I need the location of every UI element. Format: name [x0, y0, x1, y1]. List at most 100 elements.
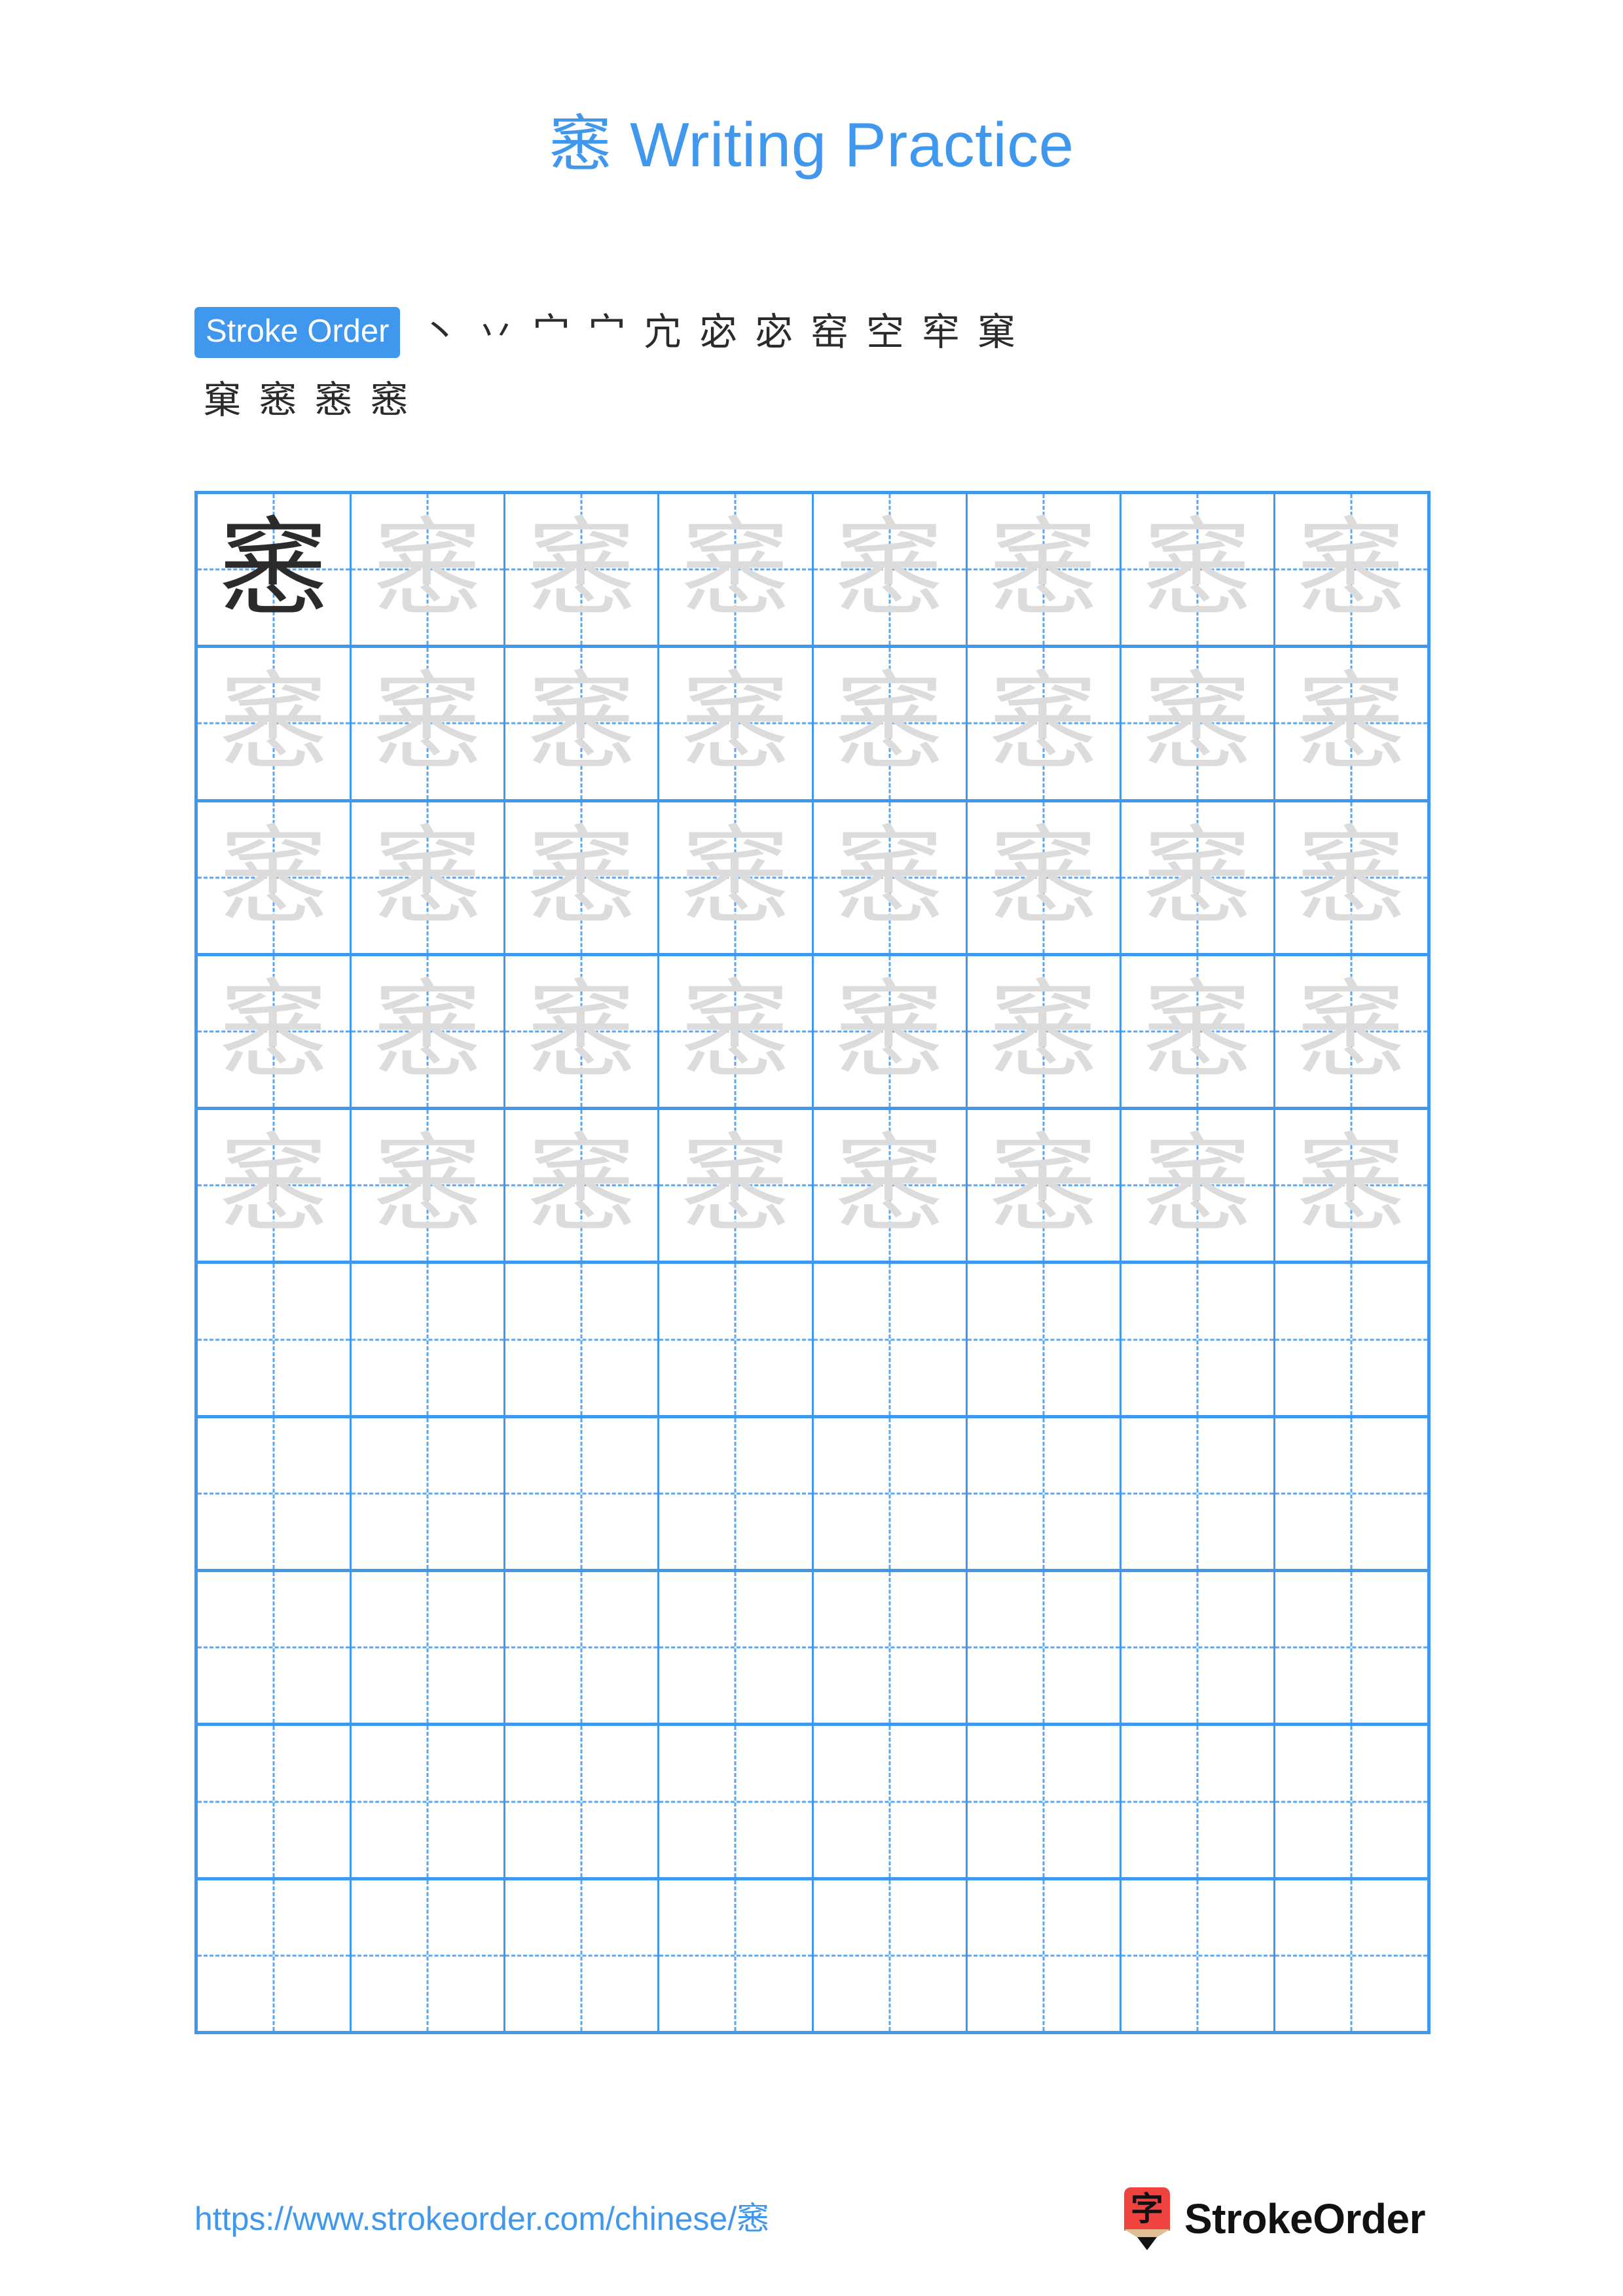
blank-practice-cell[interactable]: 窸 — [198, 1572, 352, 1723]
blank-practice-cell[interactable]: 窸 — [968, 1572, 1122, 1723]
blank-practice-cell[interactable]: 窸 — [1122, 1572, 1275, 1723]
blank-practice-cell[interactable]: 窸 — [505, 1418, 660, 1570]
trace-character-cell[interactable]: 窸 — [814, 1110, 968, 1261]
trace-character-cell[interactable]: 窸 — [352, 802, 506, 953]
page-title: 窸 Writing Practice — [0, 109, 1623, 181]
trace-character-cell[interactable]: 窸 — [968, 802, 1122, 953]
blank-practice-cell[interactable]: 窸 — [352, 1726, 506, 1877]
practice-character: 窸 — [1142, 1121, 1252, 1250]
trace-character-cell[interactable]: 窸 — [968, 494, 1122, 645]
footer-url[interactable]: https://www.strokeorder.com/chinese/窸 — [194, 2200, 769, 2237]
trace-character-cell[interactable]: 窸 — [814, 494, 968, 645]
blank-practice-cell[interactable]: 窸 — [659, 1880, 814, 2031]
stroke-step-6: 宓 — [690, 312, 746, 352]
trace-character-cell[interactable]: 窸 — [1275, 648, 1431, 799]
blank-practice-cell[interactable]: 窸 — [1122, 1726, 1275, 1877]
practice-character: 窸 — [1296, 659, 1406, 788]
trace-character-cell[interactable]: 窸 — [198, 648, 352, 799]
trace-character-cell[interactable]: 窸 — [505, 956, 660, 1107]
blank-practice-cell[interactable]: 窸 — [968, 1418, 1122, 1570]
blank-practice-cell[interactable]: 窸 — [659, 1418, 814, 1570]
trace-character-cell[interactable]: 窸 — [352, 648, 506, 799]
trace-character-cell[interactable]: 窸 — [1275, 494, 1431, 645]
blank-practice-cell[interactable]: 窸 — [814, 1726, 968, 1877]
blank-practice-cell[interactable]: 窸 — [1275, 1572, 1431, 1723]
blank-practice-cell[interactable]: 窸 — [1275, 1418, 1431, 1570]
trace-character-cell[interactable]: 窸 — [659, 802, 814, 953]
trace-character-cell[interactable]: 窸 — [1122, 648, 1275, 799]
trace-character-cell[interactable]: 窸 — [505, 802, 660, 953]
blank-practice-cell[interactable]: 窸 — [352, 1418, 506, 1570]
trace-character-cell[interactable]: 窸 — [968, 648, 1122, 799]
trace-character-cell[interactable]: 窸 — [505, 1110, 660, 1261]
trace-character-cell[interactable]: 窸 — [1275, 956, 1431, 1107]
trace-character-cell[interactable]: 窸 — [198, 956, 352, 1107]
blank-practice-cell[interactable]: 窸 — [968, 1880, 1122, 2031]
footer: https://www.strokeorder.com/chinese/窸 字 … — [194, 2179, 1432, 2258]
trace-character-cell[interactable]: 窸 — [352, 1110, 506, 1261]
blank-practice-cell[interactable]: 窸 — [814, 1264, 968, 1415]
trace-character-cell[interactable]: 窸 — [1275, 1110, 1431, 1261]
blank-practice-cell[interactable]: 窸 — [505, 1264, 660, 1415]
trace-character-cell[interactable]: 窸 — [814, 802, 968, 953]
practice-grid-row: 窸窸窸窸窸窸窸窸 — [198, 1418, 1431, 1573]
blank-practice-cell[interactable]: 窸 — [814, 1572, 968, 1723]
blank-practice-cell[interactable]: 窸 — [968, 1726, 1122, 1877]
blank-practice-cell[interactable]: 窸 — [198, 1880, 352, 2031]
practice-character: 窸 — [834, 813, 945, 942]
practice-character: 窸 — [526, 505, 637, 634]
blank-practice-cell[interactable]: 窸 — [505, 1572, 660, 1723]
blank-practice-cell[interactable]: 窸 — [505, 1880, 660, 2031]
blank-practice-cell[interactable]: 窸 — [198, 1418, 352, 1570]
blank-practice-cell[interactable]: 窸 — [1122, 1418, 1275, 1570]
practice-grid-row: 窸窸窸窸窸窸窸窸 — [198, 802, 1431, 956]
trace-character-cell[interactable]: 窸 — [505, 648, 660, 799]
blank-practice-cell[interactable]: 窸 — [814, 1418, 968, 1570]
blank-practice-cell[interactable]: 窸 — [352, 1572, 506, 1723]
blank-practice-cell[interactable]: 窸 — [505, 1726, 660, 1877]
blank-practice-cell[interactable]: 窸 — [1275, 1726, 1431, 1877]
blank-practice-cell[interactable]: 窸 — [814, 1880, 968, 2031]
trace-character-cell[interactable]: 窸 — [505, 494, 660, 645]
stroke-step-11: 窠 — [968, 312, 1024, 352]
trace-character-cell[interactable]: 窸 — [1122, 494, 1275, 645]
blank-practice-cell[interactable]: 窸 — [1122, 1264, 1275, 1415]
trace-character-cell[interactable]: 窸 — [659, 648, 814, 799]
blank-practice-cell[interactable]: 窸 — [968, 1264, 1122, 1415]
blank-practice-cell[interactable]: 窸 — [352, 1264, 506, 1415]
practice-character: 窸 — [834, 505, 945, 634]
trace-character-cell[interactable]: 窸 — [198, 1110, 352, 1261]
trace-character-cell[interactable]: 窸 — [1275, 802, 1431, 953]
blank-practice-cell[interactable]: 窸 — [659, 1572, 814, 1723]
trace-character-cell[interactable]: 窸 — [1122, 956, 1275, 1107]
blank-practice-cell[interactable]: 窸 — [198, 1726, 352, 1877]
blank-practice-cell[interactable]: 窸 — [352, 1880, 506, 2031]
practice-character: 窸 — [526, 659, 637, 788]
practice-character: 窸 — [1296, 967, 1406, 1096]
trace-character-cell[interactable]: 窸 — [659, 956, 814, 1107]
blank-practice-cell[interactable]: 窸 — [659, 1264, 814, 1415]
model-character-cell[interactable]: 窸 — [198, 494, 352, 645]
trace-character-cell[interactable]: 窸 — [968, 1110, 1122, 1261]
blank-practice-cell[interactable]: 窸 — [198, 1264, 352, 1415]
trace-character-cell[interactable]: 窸 — [814, 648, 968, 799]
trace-character-cell[interactable]: 窸 — [352, 494, 506, 645]
practice-character: 窸 — [219, 659, 329, 788]
trace-character-cell[interactable]: 窸 — [1122, 802, 1275, 953]
blank-practice-cell[interactable]: 窸 — [1275, 1264, 1431, 1415]
trace-character-cell[interactable]: 窸 — [198, 802, 352, 953]
practice-grid-row: 窸窸窸窸窸窸窸窸 — [198, 956, 1431, 1111]
blank-practice-cell[interactable]: 窸 — [1122, 1880, 1275, 2031]
trace-character-cell[interactable]: 窸 — [659, 1110, 814, 1261]
trace-character-cell[interactable]: 窸 — [659, 494, 814, 645]
trace-character-cell[interactable]: 窸 — [968, 956, 1122, 1107]
practice-character: 窸 — [373, 659, 483, 788]
trace-character-cell[interactable]: 窸 — [814, 956, 968, 1107]
practice-character: 窸 — [988, 659, 1099, 788]
blank-practice-cell[interactable]: 窸 — [659, 1726, 814, 1877]
trace-character-cell[interactable]: 窸 — [1122, 1110, 1275, 1261]
trace-character-cell[interactable]: 窸 — [352, 956, 506, 1107]
blank-practice-cell[interactable]: 窸 — [1275, 1880, 1431, 2031]
practice-grid-row: 窸窸窸窸窸窸窸窸 — [198, 1110, 1431, 1265]
stroke-order-row-1: Stroke Order 丶丷宀宀宂宓宓窑空窂窠 — [194, 302, 1432, 363]
